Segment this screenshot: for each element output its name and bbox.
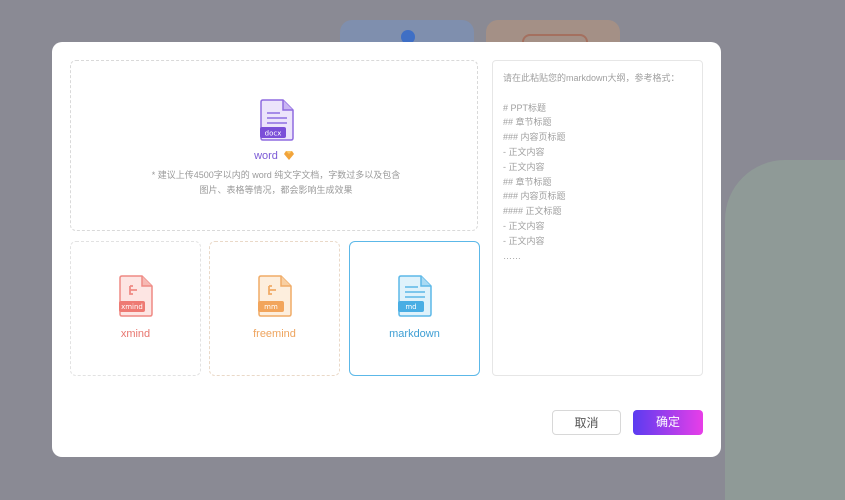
docx-file-icon: docx	[260, 99, 294, 141]
markdown-placeholder-line: ## 章节标题	[503, 117, 552, 128]
markdown-file-icon: md	[398, 275, 432, 317]
word-upload-hint: * 建议上传4500字以内的 word 纯文字文档，字数过多以及包含 图片、表格…	[131, 168, 421, 198]
import-modal: docx word * 建议上传4500字以内的 word 纯文字文档，字数过多…	[52, 42, 721, 457]
word-label-row: word	[71, 150, 477, 163]
word-label: word	[254, 150, 278, 162]
format-label-xmind: xmind	[120, 328, 151, 340]
markdown-placeholder-line: 请在此粘贴您的markdown大纲，参考格式：	[503, 73, 680, 83]
format-option-freemind[interactable]: mm freemind	[209, 241, 340, 376]
freemind-file-icon: mm	[258, 275, 292, 317]
markdown-placeholder-line	[503, 86, 692, 101]
markdown-placeholder-line: ### 内容页标题	[503, 132, 566, 143]
hint-line-2: 图片、表格等情况，都会影响生成效果	[199, 185, 353, 195]
markdown-placeholder-line: ### 内容页标题	[503, 191, 566, 202]
background-panel	[725, 160, 845, 500]
word-upload-area[interactable]: docx word * 建议上传4500字以内的 word 纯文字文档，字数过多…	[70, 60, 478, 231]
markdown-badge-text: md	[405, 303, 416, 311]
confirm-button[interactable]: 确定	[633, 410, 703, 435]
markdown-placeholder-line: #### 正文标题	[503, 206, 562, 217]
markdown-placeholder-line: # PPT标题	[503, 102, 547, 113]
format-option-markdown[interactable]: md markdown	[349, 241, 480, 376]
markdown-placeholder-line: ……	[503, 250, 521, 261]
xmind-badge-text: xmind	[121, 303, 143, 311]
markdown-input[interactable]: 请在此粘贴您的markdown大纲，参考格式： # PPT标题 ## 章节标题 ##…	[492, 60, 703, 376]
hint-line-1: * 建议上传4500字以内的 word 纯文字文档，字数过多以及包含	[151, 170, 401, 180]
freemind-badge-text: mm	[264, 303, 278, 311]
docx-badge-text: docx	[265, 130, 282, 138]
markdown-placeholder-line: - 正文内容	[503, 235, 545, 246]
diamond-icon	[283, 151, 294, 163]
markdown-placeholder-line: - 正文内容	[503, 161, 545, 172]
format-option-xmind[interactable]: xmind xmind	[70, 241, 201, 376]
cancel-button[interactable]: 取消	[552, 410, 621, 435]
format-label-markdown: markdown	[389, 328, 440, 340]
markdown-placeholder-line: - 正文内容	[503, 146, 545, 157]
markdown-placeholder-line: - 正文内容	[503, 220, 545, 231]
format-label-freemind: freemind	[253, 328, 296, 340]
markdown-placeholder-line: ## 章节标题	[503, 176, 552, 187]
xmind-file-icon: xmind	[119, 275, 153, 317]
